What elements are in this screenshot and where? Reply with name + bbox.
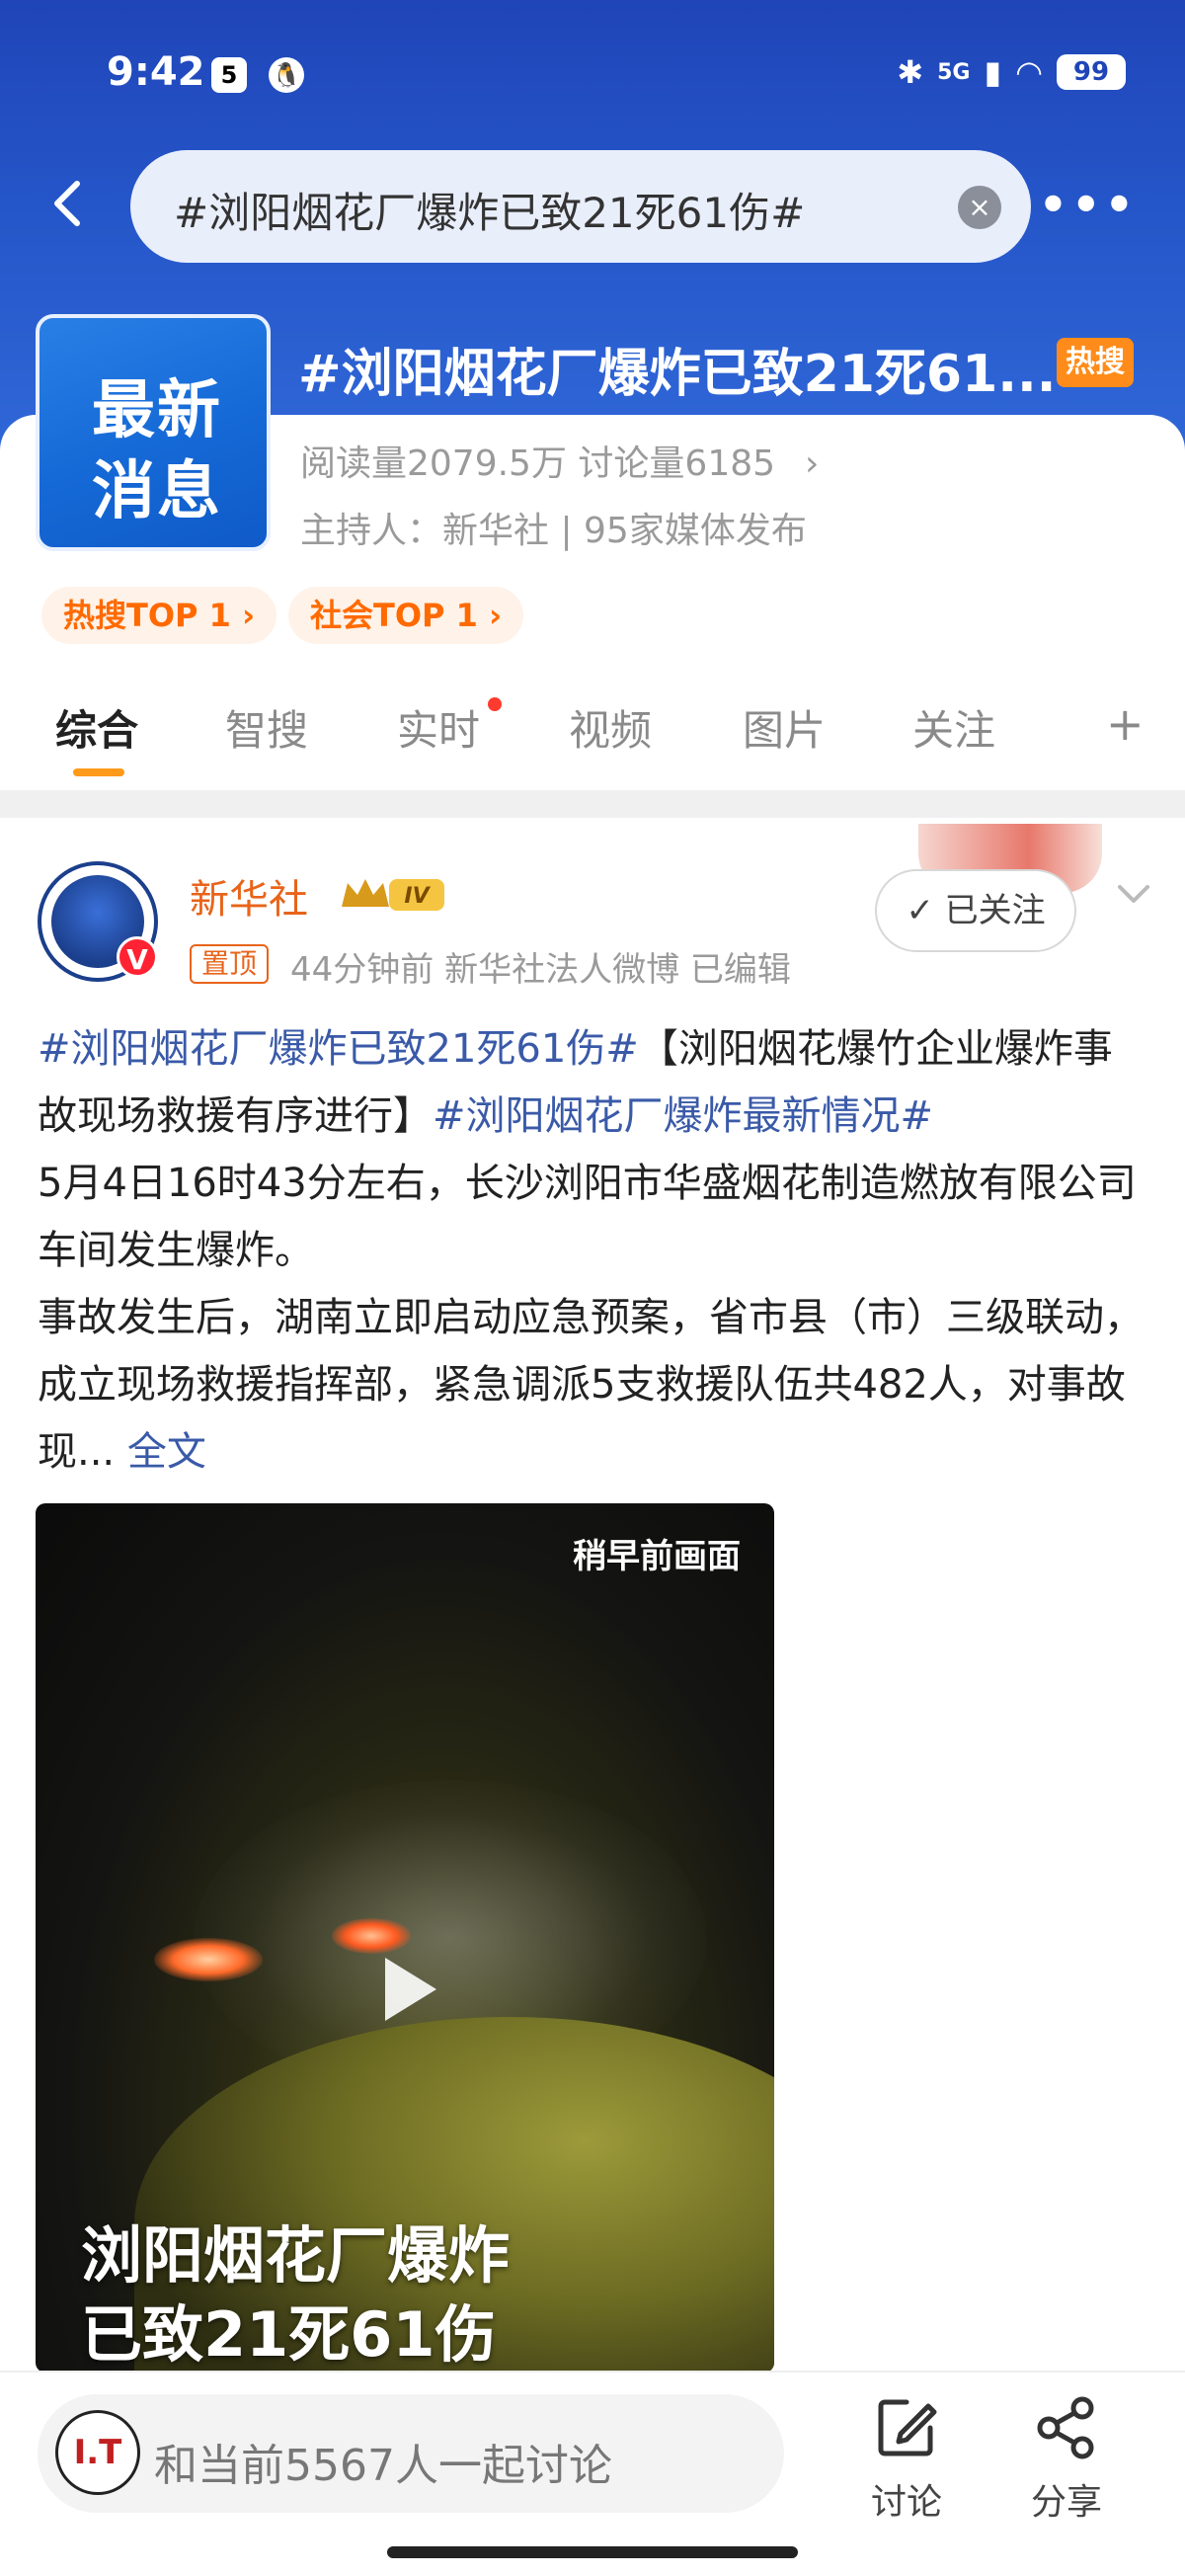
realtime-unread-dot — [488, 697, 502, 711]
video-caption: 浏阳烟花厂爆炸 已致21死61伤 — [81, 2216, 510, 2373]
active-tab-indicator — [73, 768, 124, 776]
wifi-icon: ◠ — [1015, 53, 1043, 91]
tab-comprehensive[interactable]: 综合 — [55, 697, 138, 758]
topic-stats-text: 阅读量2079.5万 讨论量6185 — [300, 443, 776, 484]
hot-search-badge: 热搜 — [1057, 338, 1134, 387]
tab-images[interactable]: 图片 — [743, 697, 826, 758]
notification-icon: 5 — [211, 57, 247, 93]
comment-placeholder: 和当前5567人一起讨论 — [154, 2441, 612, 2491]
society-rank-chip[interactable]: 社会TOP 1 › — [288, 587, 524, 644]
tab-video[interactable]: 视频 — [569, 697, 652, 758]
author-name[interactable]: 新华社 — [190, 867, 308, 925]
status-right: ✱ 5G ▮ ◠ 99 — [897, 53, 1126, 91]
play-icon[interactable] — [367, 1950, 446, 2029]
member-level-icon: IV — [342, 879, 444, 911]
more-options-icon[interactable]: ••• — [1039, 178, 1138, 231]
network-type: 5G — [937, 59, 971, 85]
comment-input[interactable]: I.T 和当前5567人一起讨论 — [38, 2394, 784, 2513]
video-caption-line: 已致21死61伤 — [81, 2298, 497, 2371]
topic-title: #浏阳烟花厂爆炸已致21死61... — [298, 345, 1057, 404]
discuss-button[interactable]: 讨论 — [847, 2392, 966, 2540]
share-icon — [1037, 2396, 1094, 2459]
clear-search-icon[interactable]: × — [958, 186, 1001, 229]
tab-bar: 综合 智搜 实时 视频 图片 关注 + — [0, 684, 1185, 778]
tab-following[interactable]: 关注 — [912, 697, 995, 758]
video-fire — [332, 1918, 411, 1954]
user-avatar: I.T — [55, 2410, 140, 2495]
topic-host: 主持人：新华社 | 95家媒体发布 — [300, 511, 807, 551]
topic-logo: 最新 消息 — [36, 314, 271, 551]
post-body: #浏阳烟花厂爆炸已致21死61伤#【浏阳烟花爆竹企业爆炸事故现场救援有序进行】#… — [38, 1015, 1151, 1486]
bottom-action-bar: I.T 和当前5567人一起讨论 讨论 分享 — [0, 2371, 1185, 2576]
status-time: 9:42 — [107, 49, 205, 95]
add-tab-button[interactable]: + — [1106, 697, 1145, 751]
tab-smart-search[interactable]: 智搜 — [225, 697, 308, 758]
chevron-right-icon: › — [805, 443, 820, 484]
edit-icon — [878, 2399, 937, 2456]
back-icon[interactable] — [38, 174, 97, 233]
post-meta: 44分钟前 新华社法人微博 已编辑 — [290, 950, 791, 990]
hashtag-link[interactable]: #浏阳烟花厂爆炸已致21死61伤# — [38, 1026, 639, 1072]
video-tag: 稍早前画面 — [573, 1537, 741, 1576]
video-player[interactable]: 稍早前画面 浏阳烟花厂爆炸 已致21死61伤 — [36, 1503, 774, 2373]
read-full-link[interactable]: 全文 — [127, 1429, 206, 1475]
member-level-text: IV — [404, 884, 431, 909]
signal-icon: ▮ — [984, 53, 1002, 91]
qq-icon: 🐧 — [269, 57, 304, 93]
verified-icon: V — [117, 936, 158, 978]
hot-search-rank-chip[interactable]: 热搜TOP 1 › — [41, 587, 277, 644]
tab-realtime[interactable]: 实时 — [397, 697, 480, 758]
video-fire — [154, 1938, 263, 1981]
share-button[interactable]: 分享 — [1007, 2392, 1126, 2540]
post-paragraph: 5月4日16时43分左右，长沙浏阳市华盛烟花制造燃放有限公司车间发生爆炸。 — [38, 1161, 1137, 1273]
hashtag-link[interactable]: #浏阳烟花厂爆炸最新情况# — [433, 1093, 933, 1139]
logo-text-1: 最新 — [92, 374, 222, 447]
video-caption-line: 浏阳烟花厂爆炸 — [81, 2219, 511, 2292]
chevron-down-icon[interactable] — [1112, 871, 1155, 915]
section-divider — [0, 790, 1185, 818]
topic-stats[interactable]: 阅读量2079.5万 讨论量6185 › — [300, 435, 819, 486]
discuss-label: 讨论 — [870, 2482, 942, 2523]
search-nav: #浏阳烟花厂爆炸已致21死61伤# × ••• — [0, 150, 1185, 265]
status-bar: 9:42 5 🐧 ✱ 5G ▮ ◠ 99 — [0, 40, 1185, 119]
pinned-badge: 置顶 — [190, 944, 270, 984]
share-label: 分享 — [1030, 2482, 1102, 2523]
search-query: #浏阳烟花厂爆炸已致21死61伤# — [174, 189, 806, 237]
search-input[interactable]: #浏阳烟花厂爆炸已致21死61伤# × — [130, 150, 1031, 263]
home-indicator[interactable] — [387, 2546, 798, 2558]
logo-text-2: 消息 — [92, 455, 222, 528]
battery-indicator: 99 — [1057, 54, 1126, 90]
follow-button[interactable]: ✓ 已关注 — [875, 869, 1076, 952]
bluetooth-icon: ✱ — [897, 53, 924, 91]
